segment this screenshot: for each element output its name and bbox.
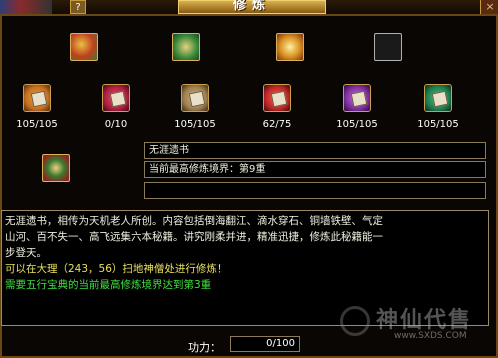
treasure-slot-3[interactable]: [276, 33, 304, 61]
window-title: 修炼: [232, 0, 271, 13]
skill-book-slot-4[interactable]: [263, 84, 291, 112]
power-label: 功力：: [188, 341, 221, 354]
skill-book-slot-6[interactable]: [424, 84, 452, 112]
power-value: 0/100: [230, 336, 300, 352]
skill-book-count-6: 105/105: [417, 119, 459, 130]
selected-item-slot[interactable]: [42, 154, 70, 182]
treasure-slot-2[interactable]: [172, 33, 200, 61]
skill-book-count-1: 105/105: [16, 119, 58, 130]
skill-book-slot-3[interactable]: [181, 84, 209, 112]
treasure-slot-4[interactable]: [374, 33, 402, 61]
item-realm-box: 当前最高修炼境界：第9重: [144, 161, 486, 178]
description-line-1: 无涯遗书，相传为天机老人所创。内容包括倒海翻江、滴水穿石、铜墙铁壁、气定: [5, 215, 383, 227]
skill-book-slot-5[interactable]: [343, 84, 371, 112]
location-hint: 可以在大理（243，56）扫地神僧处进行修炼！: [5, 263, 228, 275]
item-realm: 当前最高修炼境界：第9重: [149, 164, 266, 175]
watermark-url: www.SXDS.COM: [394, 331, 467, 341]
requirement-hint: 需要五行宝典的当前最高修炼境界达到第3重: [5, 279, 212, 291]
item-name-box: 无涯遗书: [144, 142, 486, 159]
description-line-2: 山河、百不失一、高飞远集六本秘籍。讲究刚柔并进，精准迅捷，修炼此秘籍能一: [5, 231, 383, 243]
item-extra-box: [144, 182, 486, 199]
help-button[interactable]: ?: [70, 0, 86, 14]
skill-book-count-5: 105/105: [336, 119, 378, 130]
description-line-3: 步登天。: [5, 247, 47, 259]
skill-book-slot-1[interactable]: [23, 84, 51, 112]
watermark-text: 神仙代售: [376, 307, 473, 333]
skill-book-slot-2[interactable]: [102, 84, 130, 112]
skill-book-count-2: 0/10: [104, 119, 128, 130]
skill-book-count-4: 62/75: [262, 119, 292, 130]
player-portrait[interactable]: [0, 0, 52, 14]
item-name: 无涯遗书: [149, 145, 189, 156]
close-button[interactable]: ×: [480, 0, 498, 14]
watermark-logo-icon: [340, 306, 370, 336]
treasure-slot-1[interactable]: [70, 33, 98, 61]
skill-book-count-3: 105/105: [174, 119, 216, 130]
